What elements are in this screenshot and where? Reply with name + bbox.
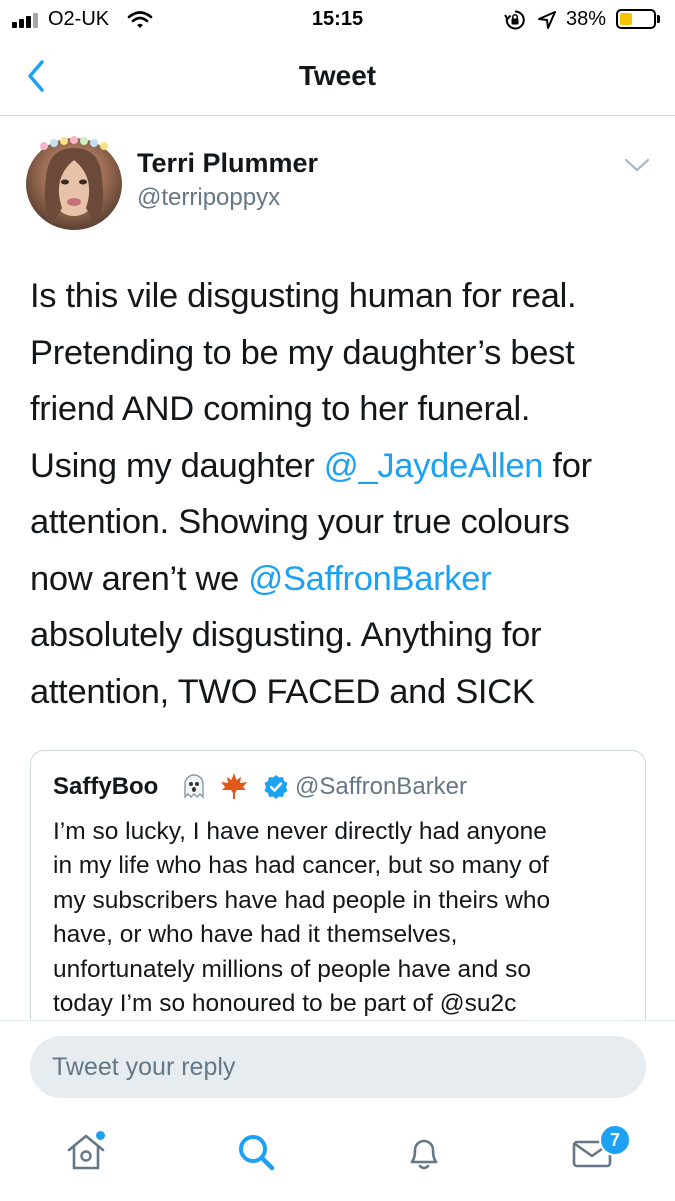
flower-crown-icon <box>40 136 108 150</box>
author-name[interactable]: Terri Plummer <box>137 148 318 179</box>
battery-percent: 38% <box>566 8 607 30</box>
navigation-bar: Tweet <box>0 40 675 116</box>
tweet-text-segment: now aren’t we <box>30 559 249 598</box>
messages-badge: 7 <box>599 1124 631 1156</box>
quoted-tweet[interactable]: SaffyBoo @SaffronBarker I’m so lucky, I … <box>30 750 646 1050</box>
tweet-line: Pretending to be my daughter’s best <box>30 325 650 382</box>
tweet-text-segment: attention, TWO FACED and SICK <box>30 672 535 711</box>
tweet-text: Is this vile disgusting human for real. P… <box>30 268 650 720</box>
status-bar: O2-UK 15:15 38% <box>0 0 675 40</box>
quoted-line: I’m so lucky, I have never directly had … <box>53 818 547 845</box>
quoted-line: my subscribers have had people in theirs… <box>53 886 551 914</box>
battery-icon <box>616 9 656 29</box>
tweet-line: attention. Showing your true colours <box>30 494 650 551</box>
battery-level <box>620 13 632 25</box>
tweet-text-segment: Using my daughter <box>30 446 324 485</box>
tweet-line: Is this vile disgusting human for real. <box>30 268 650 325</box>
search-icon[interactable] <box>234 1130 278 1174</box>
quoted-author-name: SaffyBoo <box>53 773 159 800</box>
ghost-icon <box>184 774 204 799</box>
verified-badge-icon <box>264 775 288 799</box>
quoted-author-handle: @SaffronBarker <box>295 773 467 800</box>
orientation-lock-icon <box>504 10 525 30</box>
tweet-line: friend AND coming to her funeral. <box>30 381 650 438</box>
tweet-text-segment: absolutely disgusting. Anything for <box>30 616 542 654</box>
bell-icon[interactable] <box>402 1130 446 1174</box>
chevron-down-icon[interactable] <box>622 154 652 176</box>
tweet-line: attention, TWO FACED and SICK <box>30 664 650 721</box>
tweet-text-segment: attention. Showing your true colours <box>30 503 570 541</box>
quoted-line: today I’m so honoured to be part of @su2… <box>53 990 517 1018</box>
battery-tip <box>657 15 660 23</box>
mention-link[interactable]: @_JaydeAllen <box>324 447 544 485</box>
quoted-line: in my life who has had cancer, but so ma… <box>53 852 549 880</box>
maple-leaf-icon <box>221 773 247 799</box>
tweet-text-segment: Is this vile disgusting human for real. <box>30 277 577 315</box>
tweet-line: absolutely disgusting. Anything for <box>30 607 650 664</box>
location-arrow-icon <box>538 11 556 29</box>
page-title: Tweet <box>298 60 377 91</box>
mention-link[interactable]: @SaffronBarker <box>248 560 491 598</box>
tweet-text-segment: Pretending to be my daughter’s best <box>30 333 575 372</box>
home-notification-dot <box>96 1131 105 1140</box>
quoted-tweet-text: I’m so lucky, I have never directly had … <box>53 815 633 1021</box>
author-handle[interactable]: @terripoppyx <box>137 184 280 212</box>
reply-input[interactable] <box>30 1036 646 1098</box>
tweet-text-segment: friend AND coming to her funeral. <box>30 390 531 428</box>
quoted-line: have, or who have had it themselves, <box>53 921 458 949</box>
tweet-line: now aren’t we @SaffronBarker <box>30 551 650 608</box>
quoted-line: unfortunately millions of people have an… <box>53 955 532 983</box>
tweet-line: Using my daughter @_JaydeAllen for <box>30 438 650 495</box>
tweet-text-segment: for <box>543 446 592 485</box>
